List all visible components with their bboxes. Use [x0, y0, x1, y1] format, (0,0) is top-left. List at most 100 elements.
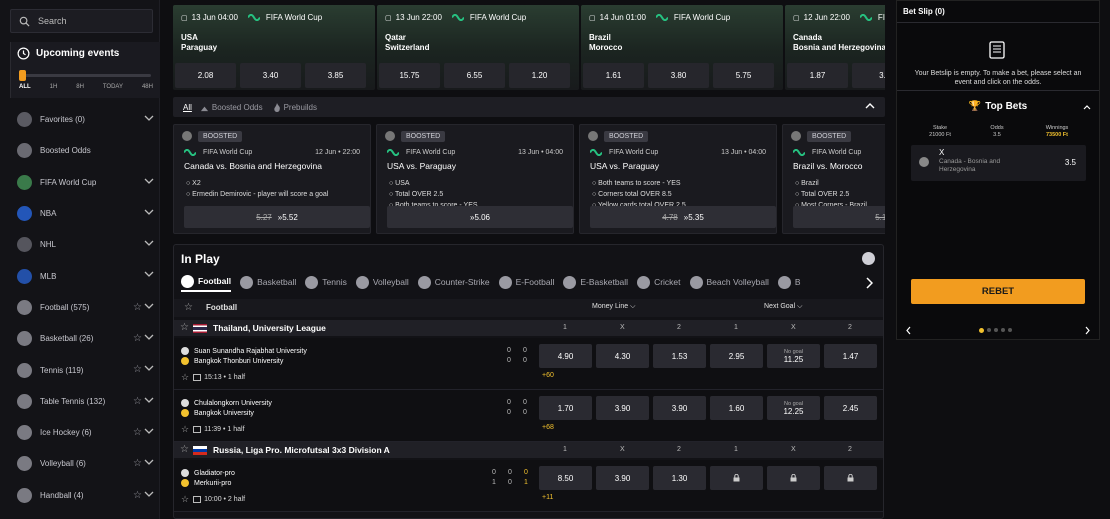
chevron-down-icon[interactable] [144, 397, 154, 403]
star-icon[interactable]: ☆ [133, 458, 142, 469]
time-range-slider[interactable] [21, 74, 151, 77]
odds-button[interactable]: 3.80 [648, 63, 709, 88]
star-icon[interactable]: ☆ [184, 302, 193, 313]
tab-sport[interactable]: Beach Volleyball [689, 272, 769, 292]
odds-button[interactable]: 1.60 [710, 396, 763, 420]
filter-all[interactable]: All [183, 103, 192, 112]
odds-button[interactable]: 5.75 [713, 63, 774, 88]
featured-event-card[interactable]: ▢ 13 Jun 22:00 FIFA World Cup Qatar Switzerl… [377, 5, 579, 90]
odds-button[interactable]: 1.20 [509, 63, 570, 88]
star-icon[interactable]: ☆ [133, 302, 142, 313]
sidebar-item[interactable]: Handball (4) ☆ [0, 480, 160, 511]
sidebar-item[interactable]: Ice Hockey (6) ☆ [0, 417, 160, 448]
star-icon[interactable]: ☆ [180, 322, 189, 333]
next-goal-dropdown[interactable]: Next Goal ⌵ [764, 303, 802, 311]
star-icon[interactable]: ☆ [133, 490, 142, 501]
money-line-dropdown[interactable]: Money Line ⌵ [592, 303, 635, 311]
chevron-down-icon[interactable] [144, 240, 154, 247]
boosted-card[interactable]: BOOSTED FIFA World Cup 12 Jun • 22:00 Canad… [173, 124, 371, 234]
chevron-down-icon[interactable] [144, 209, 154, 215]
tab-sport[interactable]: E-Football [498, 272, 554, 292]
boosted-odds-button[interactable]: » 5.06 [387, 206, 573, 228]
top-bet-card[interactable]: X Canada - Bosnia and Herzegovina 3.5 [911, 145, 1086, 181]
sidebar-item[interactable]: Volleyball (6) ☆ [0, 448, 160, 479]
odds-button[interactable]: 8.50 [539, 466, 592, 490]
tab-sport[interactable]: Volleyball [355, 272, 409, 292]
filter-prebuilds[interactable]: Prebuilds [273, 102, 317, 112]
chevron-right-icon[interactable] [1085, 326, 1090, 335]
star-icon[interactable]: ☆ [133, 396, 142, 407]
time-range-option[interactable]: 48H [142, 84, 153, 90]
star-icon[interactable]: ☆ [133, 364, 142, 375]
tab-sport[interactable]: Basketball [240, 272, 296, 292]
star-icon[interactable]: ☆ [180, 444, 189, 455]
sidebar-item[interactable]: MLB [0, 260, 160, 291]
time-range-option[interactable]: TODAY [103, 84, 123, 90]
chevron-down-icon[interactable] [144, 334, 154, 340]
featured-event-card[interactable]: ▢ 13 Jun 04:00 FIFA World Cup USA Paraguay 2.… [173, 5, 375, 90]
chevron-down-icon[interactable] [144, 303, 154, 309]
odds-button[interactable]: 3.90 [653, 396, 706, 420]
more-markets[interactable]: +68 [542, 424, 554, 431]
odds-button[interactable]: 2.95 [710, 344, 763, 368]
featured-event-card[interactable]: ▢ 14 Jun 01:00 FIFA World Cup Brazil Morocco… [581, 5, 783, 90]
odds-button[interactable]: 6.55 [444, 63, 505, 88]
rebet-button[interactable]: REBET [911, 279, 1085, 304]
filter-boosted-odds[interactable]: Boosted Odds [200, 103, 263, 112]
boosted-card[interactable]: BOOSTED FIFA World Cup 13 Jun • 04:00 USA v… [376, 124, 574, 234]
chevron-up-icon[interactable] [1083, 105, 1091, 110]
star-icon[interactable]: ☆ [181, 372, 189, 383]
odds-button[interactable]: 2.45 [824, 396, 877, 420]
search-box[interactable]: Search [10, 9, 153, 33]
odds-button[interactable] [767, 466, 820, 490]
odds-button[interactable]: 2.08 [175, 63, 236, 88]
time-range-option[interactable]: 8H [76, 84, 84, 90]
match-row[interactable]: Suan Sunandha Rajabhat University Bangkok… [174, 338, 883, 390]
odds-button[interactable]: 4.90 [539, 344, 592, 368]
chevron-down-icon[interactable] [144, 115, 154, 121]
time-range-option[interactable]: 1H [50, 84, 58, 90]
odds-button[interactable]: 3.40 [240, 63, 301, 88]
chevron-up-icon[interactable] [865, 103, 875, 109]
tab-sport[interactable]: Tennis [305, 272, 347, 292]
tab-sport[interactable]: Counter-Strike [417, 272, 490, 292]
sidebar-item[interactable]: Boosted Odds [0, 135, 160, 166]
boosted-odds-button[interactable]: 5.1» [793, 206, 885, 228]
odds-button[interactable]: 1.61 [583, 63, 644, 88]
match-row[interactable]: Gladiator-pro Merkurii-pro 0 0 0 1 0 1 ☆ 10:00 • … [174, 460, 883, 512]
odds-button[interactable]: 3.90 [596, 466, 649, 490]
more-markets[interactable]: +11 [542, 494, 553, 501]
sidebar-item[interactable]: Basketball (26) ☆ [0, 323, 160, 354]
tab-sport[interactable]: Cricket [637, 272, 681, 292]
odds-button[interactable] [824, 466, 877, 490]
chevron-down-icon[interactable] [144, 491, 154, 497]
time-range-option[interactable]: ALL [19, 84, 31, 90]
odds-button[interactable]: 1.70 [539, 396, 592, 420]
chevron-down-icon[interactable] [144, 428, 154, 434]
chevron-down-icon[interactable] [144, 365, 154, 372]
boosted-card[interactable]: BOOSTED FIFA World Cup 13 Jun • 04:00 USA v… [579, 124, 777, 234]
odds-button[interactable]: 3. [852, 63, 885, 88]
sidebar-item[interactable]: FIFA World Cup [0, 167, 160, 198]
odds-button[interactable]: 4.30 [596, 344, 649, 368]
chevron-right-icon[interactable] [866, 277, 873, 289]
chevron-down-icon[interactable] [144, 178, 154, 184]
star-icon[interactable]: ☆ [181, 494, 189, 505]
odds-button[interactable]: 15.75 [379, 63, 440, 88]
boosted-odds-button[interactable]: 5.27» 5.52 [184, 206, 370, 228]
sidebar-item[interactable]: NHL [0, 229, 160, 260]
sidebar-item[interactable]: NBA [0, 198, 160, 229]
sidebar-item[interactable]: Table Tennis (132) ☆ [0, 386, 160, 417]
star-icon[interactable]: ☆ [133, 427, 142, 438]
odds-button[interactable]: 1.87 [787, 63, 848, 88]
odds-button[interactable]: 1.47 [824, 344, 877, 368]
sidebar-item[interactable]: Favorites (0) [0, 104, 160, 135]
odds-button[interactable]: No goal 12.25 [767, 396, 820, 420]
sidebar-item[interactable]: Tennis (119) ☆ [0, 354, 160, 385]
odds-button[interactable]: 3.90 [596, 396, 649, 420]
sidebar-item[interactable]: Football (575) ☆ [0, 292, 160, 323]
match-row[interactable]: Chulalongkorn University Bangkok Universi… [174, 390, 883, 442]
tab-sport[interactable]: B [777, 272, 801, 292]
tab-sport[interactable]: Football [181, 272, 232, 292]
more-markets[interactable]: +60 [542, 372, 554, 379]
